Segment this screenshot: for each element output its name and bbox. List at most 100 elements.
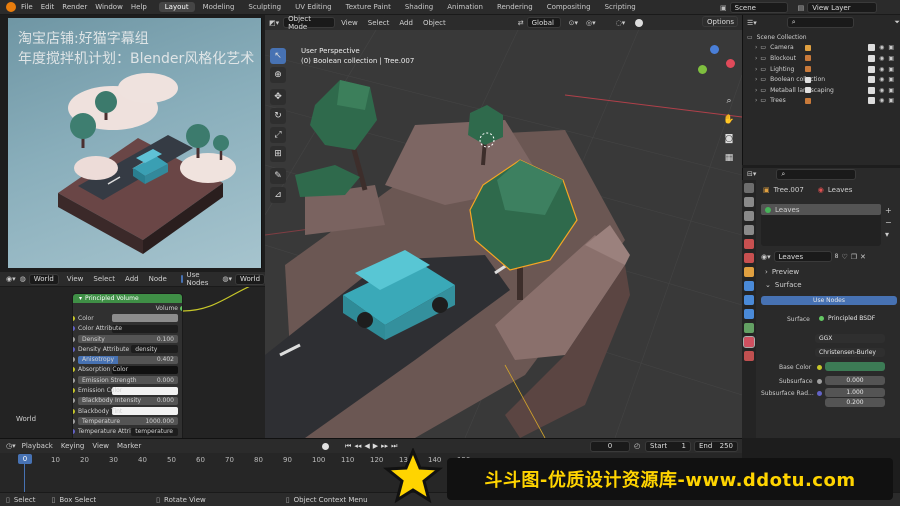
input-socket-icon[interactable]	[73, 429, 75, 435]
transform-tool-icon[interactable]: ⊞	[270, 146, 286, 162]
options-button[interactable]: Options	[702, 16, 738, 27]
camera-icon[interactable]: ▣	[888, 66, 894, 73]
blender-logo-icon[interactable]	[6, 2, 16, 12]
node-input-field[interactable]: Emission Strength 0.000	[78, 376, 178, 385]
node-input-field[interactable]: Density 0.100	[78, 335, 178, 344]
node-input-row[interactable]: Color	[73, 313, 182, 323]
viewport-menu-view[interactable]: View	[341, 19, 358, 27]
expand-arrow-icon[interactable]: ›	[755, 87, 757, 94]
base-color-swatch[interactable]	[825, 362, 885, 371]
tab-rendering[interactable]: Rendering	[491, 2, 539, 12]
camera-view-icon[interactable]: ◙	[721, 131, 737, 147]
slot-menu-icon[interactable]: ▾	[885, 230, 892, 239]
scene-field[interactable]: Scene	[729, 2, 788, 13]
select-tool-icon[interactable]: ↖	[270, 48, 286, 64]
tab-layout[interactable]: Layout	[158, 2, 195, 12]
scale-tool-icon[interactable]: ⤢	[270, 127, 286, 143]
particles-tab-icon[interactable]	[744, 295, 754, 305]
shader-menu-select[interactable]: Select	[93, 275, 115, 283]
material-field[interactable]: Leaves	[773, 251, 832, 262]
jump-start-icon[interactable]: ⏮	[345, 442, 351, 451]
expand-arrow-icon[interactable]: ›	[755, 44, 757, 51]
input-socket-icon[interactable]	[73, 326, 75, 332]
tab-texture-paint[interactable]: Texture Paint	[340, 2, 397, 12]
user-count[interactable]: 8	[835, 253, 839, 260]
outliner-item-blockout[interactable]: › ▭ Blockout ◉ ▣	[743, 53, 900, 64]
input-socket-icon[interactable]	[73, 346, 75, 352]
node-input-row[interactable]: Blackbody Intensity 0.000	[73, 396, 182, 406]
cursor-tool-icon[interactable]: ⊕	[270, 67, 286, 83]
3d-viewport[interactable]: ↖ ⊕ ✥ ↻ ⤢ ⊞ ✎ ⊿ User Perspective (0) Boo…	[265, 15, 742, 438]
playhead[interactable]: 0	[18, 454, 32, 464]
outliner-item-camera[interactable]: › ▭ Camera ◉ ▣	[743, 43, 900, 54]
tab-uv-editing[interactable]: UV Editing	[289, 2, 338, 12]
node-input-row[interactable]: Blackbody Tint	[73, 406, 182, 416]
node-input-row[interactable]: Color Attribute	[73, 324, 182, 334]
eye-icon[interactable]: ◉	[879, 87, 884, 94]
expand-arrow-icon[interactable]: ›	[755, 55, 757, 62]
shader-menu-add[interactable]: Add	[125, 275, 139, 283]
input-socket-icon[interactable]	[73, 398, 75, 404]
node-input-field[interactable]: Anisotropy 0.402	[78, 355, 178, 364]
subsurface-radius-socket-icon[interactable]	[817, 391, 822, 396]
shader-menu-node[interactable]: Node	[149, 275, 167, 283]
node-input-row[interactable]: Absorption Color	[73, 365, 182, 375]
eye-icon[interactable]: ◉	[879, 76, 884, 83]
menu-edit[interactable]: Edit	[41, 3, 55, 11]
shader-menu-view[interactable]: View	[67, 275, 84, 283]
subsurface-radius-y[interactable]: 0.200	[825, 398, 885, 407]
camera-icon[interactable]: ▣	[888, 76, 894, 83]
tab-compositing[interactable]: Compositing	[541, 2, 597, 12]
timeline-editor-icon[interactable]: ◷▾	[6, 442, 16, 450]
node-input-row[interactable]: Emission Color	[73, 385, 182, 395]
node-input-field[interactable]: Blackbody Intensity 0.000	[78, 396, 178, 405]
navigation-gizmo[interactable]	[690, 45, 740, 95]
input-socket-icon[interactable]	[73, 367, 75, 373]
proportional-icon[interactable]: ◎▾	[586, 19, 596, 27]
add-slot-icon[interactable]: +	[885, 206, 892, 215]
base-color-socket-icon[interactable]	[817, 365, 822, 370]
gizmo-x-icon[interactable]	[726, 59, 735, 68]
timeline-menu-playback[interactable]: Playback	[22, 442, 53, 450]
subsurface-method-dropdown[interactable]: Christensen-Burley	[815, 348, 885, 357]
rotate-tool-icon[interactable]: ↻	[270, 108, 286, 124]
input-socket-icon[interactable]	[73, 388, 75, 394]
record-icon[interactable]	[322, 442, 329, 450]
duplicate-icon[interactable]: ❐	[851, 253, 857, 261]
orientation-icon[interactable]: ⇄	[518, 19, 524, 27]
texture-tab-icon[interactable]	[744, 351, 754, 361]
prev-key-icon[interactable]: ◂◂	[354, 442, 361, 450]
preview-panel-header[interactable]: › Preview	[765, 268, 799, 276]
tab-sculpting[interactable]: Sculpting	[242, 2, 287, 12]
menu-window[interactable]: Window	[95, 3, 123, 11]
camera-icon[interactable]: ▣	[888, 97, 894, 104]
output-tab-icon[interactable]	[744, 211, 754, 221]
subsurface-radius-x[interactable]: 1.000	[825, 388, 885, 397]
world-tab-icon[interactable]	[744, 253, 754, 263]
unlink-icon[interactable]: ✕	[860, 253, 866, 261]
camera-icon[interactable]: ▣	[888, 44, 894, 51]
eye-icon[interactable]: ◉	[879, 66, 884, 73]
use-nodes-checkbox[interactable]	[180, 275, 184, 283]
node-input-field[interactable]: temperature	[131, 427, 178, 436]
object-tab-icon[interactable]	[744, 267, 754, 277]
exclude-checkbox-icon[interactable]	[868, 76, 876, 84]
timeline-menu-keying[interactable]: Keying	[61, 442, 85, 450]
data-tab-icon[interactable]	[744, 323, 754, 333]
modifier-tab-icon[interactable]	[744, 281, 754, 291]
viewport-menu-add[interactable]: Add	[399, 19, 413, 27]
node-input-row[interactable]: Emission Strength 0.000	[73, 375, 182, 385]
menu-help[interactable]: Help	[131, 3, 147, 11]
render-tab-icon[interactable]	[744, 197, 754, 207]
world-type-icon[interactable]: ◍	[20, 275, 26, 283]
outliner-editor-icon[interactable]: ☰▾	[747, 19, 757, 27]
timeline-menu-view[interactable]: View	[92, 442, 109, 450]
material-browse-icon[interactable]: ◉▾	[761, 253, 771, 261]
node-input-row[interactable]: Density Attribute density	[73, 344, 182, 354]
node-input-row[interactable]: Temperature 1000.000	[73, 416, 182, 426]
eye-icon[interactable]: ◉	[879, 44, 884, 51]
tab-scripting[interactable]: Scripting	[599, 2, 642, 12]
distribution-dropdown[interactable]: GGX	[815, 334, 885, 343]
input-socket-icon[interactable]	[73, 418, 75, 424]
outliner-root[interactable]: ▭ Scene Collection	[743, 32, 900, 43]
